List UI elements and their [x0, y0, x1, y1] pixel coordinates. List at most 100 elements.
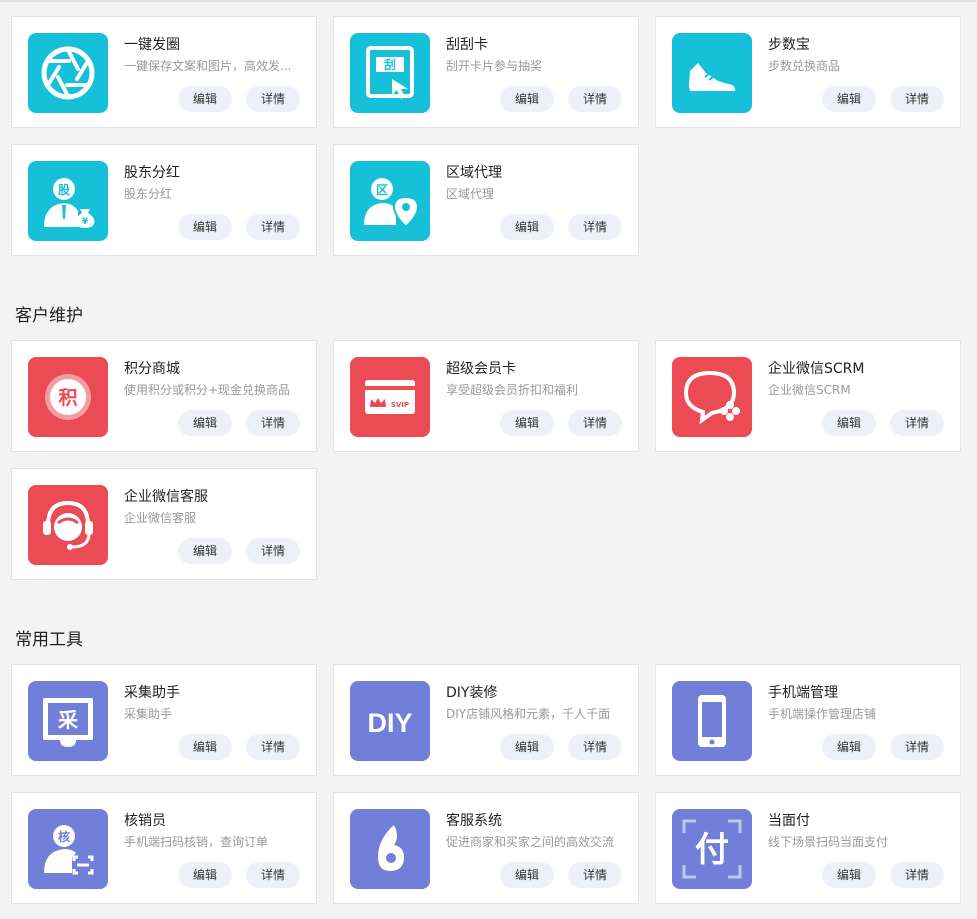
diy-label: DIY [367, 708, 412, 738]
app-card-mobile-management: 手机端管理 手机端操作管理店铺 编辑 详情 [655, 664, 961, 776]
detail-button[interactable]: 详情 [246, 538, 300, 564]
app-card-region-agent: 区 区域代理 区域代理 编辑 详情 [333, 144, 639, 256]
detail-button[interactable]: 详情 [246, 410, 300, 436]
edit-button[interactable]: 编辑 [500, 410, 554, 436]
verify-char: 核 [58, 829, 70, 844]
edit-button[interactable]: 编辑 [822, 410, 876, 436]
top-divider [0, 0, 977, 2]
edit-button[interactable]: 编辑 [178, 538, 232, 564]
app-card-diy-decoration: DIY DIY装修 DIY店铺风格和元素，千人千面 编辑 详情 [333, 664, 639, 776]
verifier-icon[interactable]: 核 [28, 809, 108, 889]
edit-button[interactable]: 编辑 [500, 734, 554, 760]
card-desc: 股东分红 [124, 187, 173, 201]
app-card-shareholder-dividend: 股 ¥ 股东分红 股东分红 编辑 详情 [11, 144, 317, 256]
card-name: 采集助手 [124, 685, 180, 701]
card-name: 股东分红 [124, 165, 180, 181]
edit-button[interactable]: 编辑 [500, 86, 554, 112]
points-char: 积 [58, 387, 77, 409]
sneaker-icon[interactable] [672, 33, 752, 113]
points-mall-icon[interactable]: 积 [28, 357, 108, 437]
card-name: 当面付 [768, 813, 810, 829]
card-name: 核销员 [124, 813, 166, 829]
app-card-wecom-customer-service: 企业微信客服 企业微信客服 编辑 详情 [11, 468, 317, 580]
detail-button[interactable]: 详情 [568, 734, 622, 760]
card-desc: 刮开卡片参与抽奖 [446, 59, 543, 73]
detail-button[interactable]: 详情 [568, 862, 622, 888]
edit-button[interactable]: 编辑 [822, 86, 876, 112]
card-name: 手机端管理 [768, 685, 838, 701]
edit-button[interactable]: 编辑 [178, 734, 232, 760]
collect-char: 采 [58, 708, 78, 732]
detail-button[interactable]: 详情 [568, 410, 622, 436]
face-to-face-pay-icon[interactable]: 付 [672, 809, 752, 889]
card-name: 步数宝 [768, 37, 810, 53]
region-agent-icon[interactable]: 区 [350, 161, 430, 241]
detail-button[interactable]: 详情 [890, 862, 944, 888]
app-card-step-treasure: 步数宝 步数兑换商品 编辑 详情 [655, 16, 961, 128]
card-desc: 企业微信SCRM [768, 383, 851, 397]
card-desc: 区域代理 [446, 187, 495, 201]
card-desc: 促进商家和买家之间的高效交流 [446, 835, 615, 849]
app-card-customer-service-system: 客服系统 促进商家和买家之间的高效交流 编辑 详情 [333, 792, 639, 904]
card-desc: 一键保存文案和图片，高效发... [124, 59, 292, 73]
detail-button[interactable]: 详情 [246, 214, 300, 240]
card-desc: 企业微信客服 [124, 511, 197, 525]
detail-button[interactable]: 详情 [568, 214, 622, 240]
detail-button[interactable]: 详情 [568, 86, 622, 112]
edit-button[interactable]: 编辑 [178, 86, 232, 112]
card-name: 区域代理 [446, 165, 502, 181]
card-name: 客服系统 [446, 813, 502, 829]
app-card-one-click-moments: 一键发圈 一键保存文案和图片，高效发... 编辑 详情 [11, 16, 317, 128]
detail-button[interactable]: 详情 [246, 734, 300, 760]
card-desc: DIY店铺风格和元素，千人千面 [446, 707, 611, 721]
card-name: 积分商城 [124, 361, 180, 377]
card-name: 企业微信SCRM [768, 361, 865, 377]
shareholder-icon[interactable]: 股 ¥ [28, 161, 108, 241]
card-desc: 使用积分或积分+现金兑换商品 [124, 383, 291, 397]
detail-button[interactable]: 详情 [890, 86, 944, 112]
card-name: 一键发圈 [124, 37, 180, 53]
pay-char: 付 [695, 830, 729, 870]
svip-card-icon[interactable]: SVIP [350, 357, 430, 437]
card-name: 超级会员卡 [446, 361, 516, 377]
app-card-face-to-face-pay: 付 当面付 线下场景扫码当面支付 编辑 详情 [655, 792, 961, 904]
card-desc: 手机端操作管理店铺 [768, 707, 877, 721]
customer-service-system-icon[interactable] [350, 809, 430, 889]
scratch-char: 刮 [384, 57, 396, 72]
edit-button[interactable]: 编辑 [822, 734, 876, 760]
detail-button[interactable]: 详情 [246, 86, 300, 112]
section-title-common-tools: 常用工具 [15, 630, 83, 650]
edit-button[interactable]: 编辑 [178, 862, 232, 888]
collect-assistant-icon[interactable]: 采 [28, 681, 108, 761]
edit-button[interactable]: 编辑 [822, 862, 876, 888]
app-card-super-member-card: SVIP 超级会员卡 享受超级会员折扣和福利 编辑 详情 [333, 340, 639, 452]
card-desc: 采集助手 [124, 707, 173, 721]
card-desc: 手机端扫码核销，查询订单 [124, 835, 269, 849]
yuan-char: ¥ [82, 217, 89, 227]
app-card-verifier: 核 核销员 手机端扫码核销，查询订单 编辑 详情 [11, 792, 317, 904]
section-title-customer-maintenance: 客户维护 [15, 306, 83, 326]
app-card-points-mall: 积 积分商城 使用积分或积分+现金兑换商品 编辑 详情 [11, 340, 317, 452]
card-name: 刮刮卡 [446, 37, 488, 53]
customer-service-headset-icon[interactable] [28, 485, 108, 565]
card-desc: 享受超级会员折扣和福利 [446, 383, 579, 397]
wecom-scrm-icon[interactable] [672, 357, 752, 437]
diy-icon[interactable]: DIY [350, 681, 430, 761]
mobile-phone-icon[interactable] [672, 681, 752, 761]
edit-button[interactable]: 编辑 [500, 862, 554, 888]
app-card-scratch-card: 刮 刮刮卡 刮开卡片参与抽奖 编辑 详情 [333, 16, 639, 128]
region-char: 区 [376, 183, 388, 197]
scratch-card-icon[interactable]: 刮 [350, 33, 430, 113]
edit-button[interactable]: 编辑 [178, 214, 232, 240]
svip-label: SVIP [391, 401, 409, 409]
app-card-wecom-scrm: 企业微信SCRM 企业微信SCRM 编辑 详情 [655, 340, 961, 452]
edit-button[interactable]: 编辑 [500, 214, 554, 240]
detail-button[interactable]: 详情 [890, 410, 944, 436]
card-name: 企业微信客服 [124, 489, 208, 505]
app-card-collect-assistant: 采 采集助手 采集助手 编辑 详情 [11, 664, 317, 776]
camera-shutter-icon[interactable] [28, 33, 108, 113]
detail-button[interactable]: 详情 [890, 734, 944, 760]
edit-button[interactable]: 编辑 [178, 410, 232, 436]
card-name: DIY装修 [446, 685, 498, 701]
detail-button[interactable]: 详情 [246, 862, 300, 888]
